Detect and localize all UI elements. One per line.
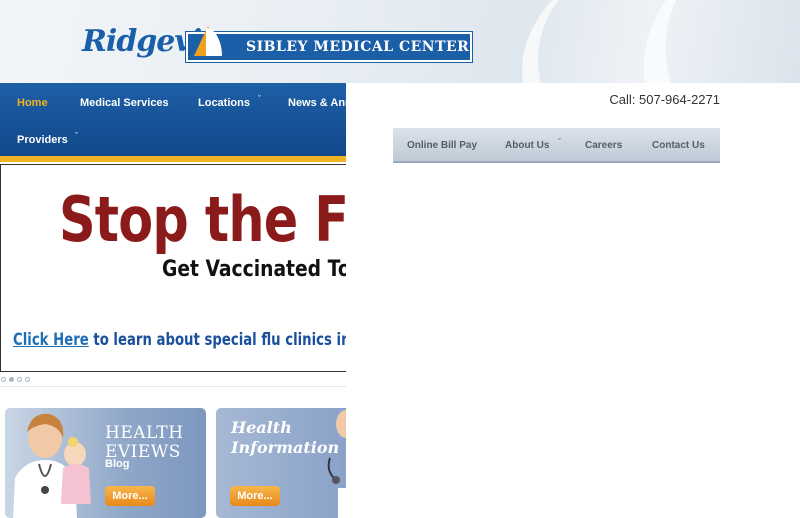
nav-item-locations[interactable]: Locations	[198, 96, 250, 110]
slider-dot-active[interactable]	[9, 377, 14, 382]
banner-title: Stop the Flu	[59, 183, 346, 256]
subnav-item-careers[interactable]: Careers	[585, 140, 622, 152]
site-header: Ridgeview SIBLEY MEDICAL CENTER	[0, 0, 800, 83]
promo-title-line: HEALTH	[105, 423, 184, 443]
banner-link[interactable]: Click Here to learn about special flu cl…	[13, 329, 346, 351]
doctor-with-baby-image	[13, 413, 91, 518]
main-nav: Home Medical Services Locations ˇ News &…	[0, 83, 352, 162]
logo-name-text: SIBLEY MEDICAL CENTER	[246, 39, 470, 55]
site-logo[interactable]: Ridgeview SIBLEY MEDICAL CENTER	[82, 24, 472, 66]
nav-item-news[interactable]: News & Ann	[288, 96, 352, 110]
nav-item-home[interactable]: Home	[17, 96, 48, 110]
divider	[0, 386, 346, 387]
stethoscope-image	[327, 410, 346, 518]
nav-item-medical-services[interactable]: Medical Services	[80, 96, 169, 110]
promo-subtitle: Blog	[105, 458, 130, 470]
banner-link-text: to learn about special flu clinics in yo…	[93, 330, 346, 350]
more-button[interactable]: More...	[105, 486, 155, 506]
chevron-down-icon[interactable]: ˇ	[258, 95, 261, 104]
nav-item-providers[interactable]: Providers	[17, 133, 68, 147]
chevron-down-icon[interactable]: ˇ	[558, 138, 561, 147]
promo-title-line: Health	[231, 418, 292, 437]
health-eviews-blog-promo[interactable]: HEALTH EVIEWS Blog More...	[5, 408, 206, 518]
logo-bar: SIBLEY MEDICAL CENTER	[186, 26, 472, 62]
slider-dot[interactable]	[25, 377, 30, 382]
slider-dot[interactable]	[17, 377, 22, 382]
promo-title: Health Information	[231, 418, 339, 458]
click-here-link[interactable]: Click Here	[13, 330, 89, 350]
banner-subtitle: Get Vaccinated Toda	[162, 257, 346, 282]
subnav-item-about-us[interactable]: About Us	[505, 140, 549, 152]
subnav-item-online-bill-pay[interactable]: Online Bill Pay	[407, 140, 477, 152]
promo-title-line: Information	[231, 438, 340, 457]
promo-title: HEALTH EVIEWS	[105, 424, 184, 462]
more-button[interactable]: More...	[230, 486, 280, 506]
slider-dot[interactable]	[1, 377, 6, 382]
chevron-down-icon[interactable]: ˇ	[75, 132, 78, 141]
health-information-promo[interactable]: Health Information More...	[216, 408, 346, 518]
subnav-item-contact-us[interactable]: Contact Us	[652, 140, 705, 152]
flu-banner-slide[interactable]: Stop the Flu Get Vaccinated Toda Click H…	[0, 164, 346, 372]
phone-number: Call: 507-964-2271	[609, 92, 720, 107]
secondary-nav: Online Bill Pay About Us ˇ Careers Conta…	[393, 128, 720, 163]
